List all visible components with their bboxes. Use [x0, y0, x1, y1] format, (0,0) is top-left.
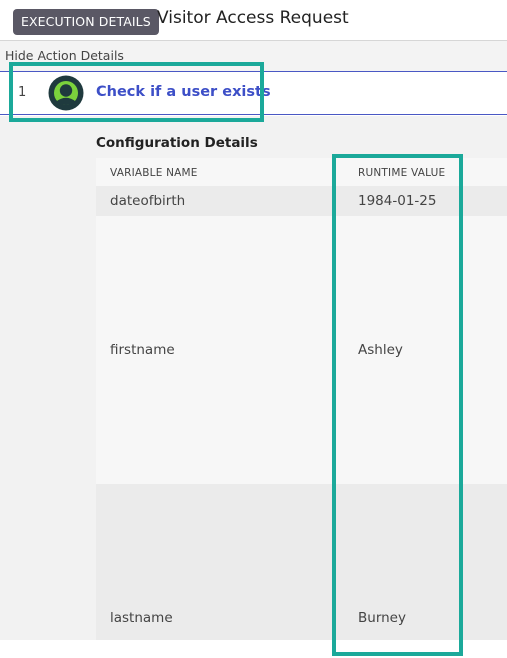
table-row: lastname Burney	[96, 484, 507, 640]
variable-name-header: VARIABLE NAME	[110, 167, 198, 179]
hide-action-details-link[interactable]: Hide Action Details	[5, 48, 124, 63]
runtime-value-cell: Burney	[358, 610, 406, 626]
user-lookup-icon	[48, 75, 84, 111]
action-details-bar: Hide Action Details	[0, 41, 507, 71]
table-row: firstname Ashley	[96, 216, 507, 484]
table-row: dateofbirth 1984-01-25	[96, 186, 507, 216]
page-title: Visitor Access Request	[157, 8, 349, 28]
variable-name-cell: dateofbirth	[110, 193, 186, 209]
action-index: 1	[18, 85, 27, 100]
configuration-title: Configuration Details	[96, 135, 258, 151]
action-row[interactable]: 1 Check if a user exists	[0, 71, 507, 115]
configuration-table: VARIABLE NAME RUNTIME VALUE dateofbirth …	[96, 158, 507, 640]
runtime-value-cell: 1984-01-25	[358, 193, 437, 209]
variable-name-cell: lastname	[110, 610, 173, 626]
table-header-row: VARIABLE NAME RUNTIME VALUE	[96, 158, 507, 186]
runtime-value-header: RUNTIME VALUE	[358, 167, 446, 179]
execution-details-badge[interactable]: EXECUTION DETAILS	[13, 9, 159, 35]
action-name-link[interactable]: Check if a user exists	[96, 84, 271, 100]
execution-header: EXECUTION DETAILS Visitor Access Request	[0, 0, 507, 41]
runtime-value-cell: Ashley	[358, 342, 403, 358]
configuration-panel: Configuration Details VARIABLE NAME RUNT…	[0, 116, 507, 640]
variable-name-cell: firstname	[110, 342, 175, 358]
